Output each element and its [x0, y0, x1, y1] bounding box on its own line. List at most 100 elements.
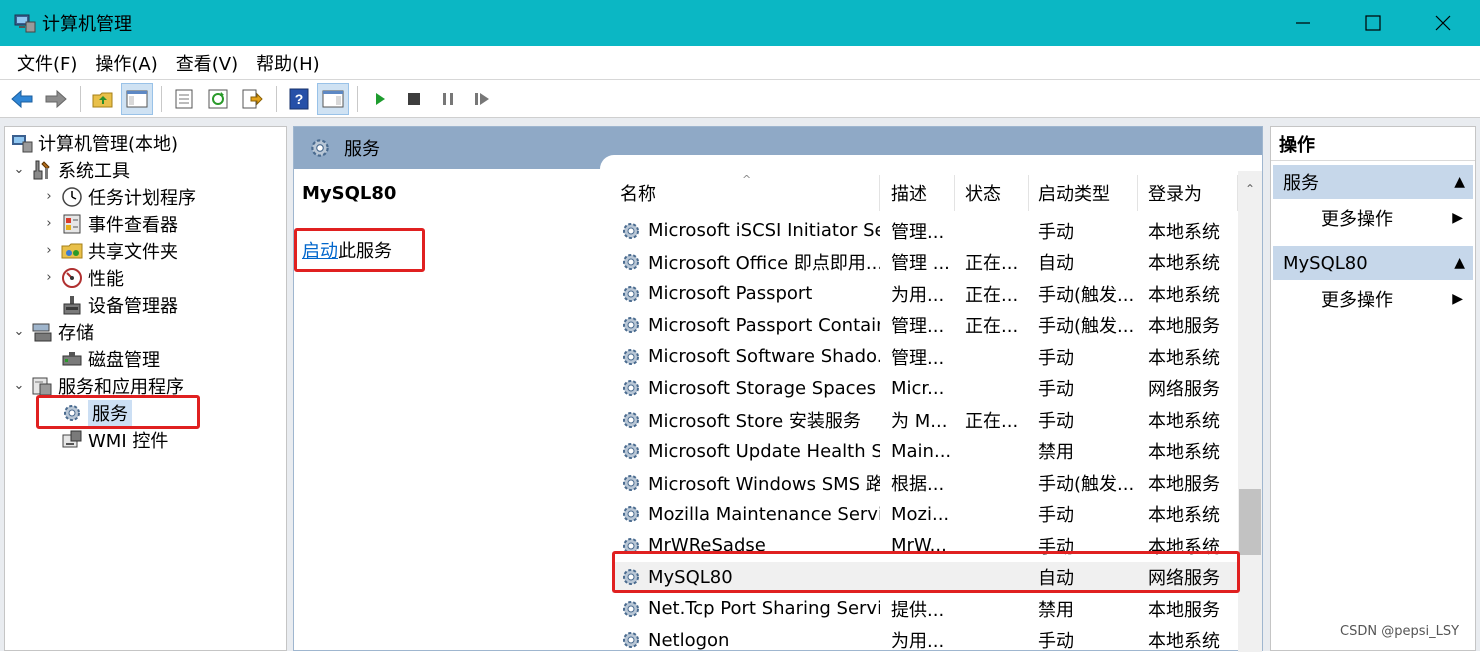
table-row[interactable]: Mozilla Maintenance ServiceMozi...手动本地系统 [612, 499, 1238, 530]
table-row[interactable]: Netlogon为用...手动本地系统 [612, 625, 1238, 652]
back-button[interactable] [6, 83, 38, 115]
tree-root[interactable]: 计算机管理(本地) [7, 129, 178, 156]
actions-section-services[interactable]: 服务 ▲ [1273, 165, 1473, 199]
actions-title: 操作 [1271, 127, 1475, 161]
menu-file[interactable]: 文件(F) [8, 50, 86, 76]
menu-action[interactable]: 操作(A) [86, 50, 166, 76]
column-header-description[interactable]: 描述 [883, 175, 955, 211]
toolbar-separator [161, 86, 162, 112]
scrollbar-thumb[interactable] [1239, 489, 1261, 555]
maximize-button[interactable] [1338, 0, 1408, 46]
service-name: Microsoft Passport Container [612, 310, 880, 341]
start-service-button[interactable] [364, 83, 396, 115]
collapse-triangle-icon[interactable]: ▲ [1454, 174, 1465, 190]
title-bar: 计算机管理 [0, 0, 1480, 46]
table-row[interactable]: Microsoft Storage Spaces S...Micr...手动网络… [612, 373, 1238, 404]
collapse-triangle-icon[interactable]: ▲ [1454, 255, 1465, 271]
table-row[interactable]: Microsoft Passport为用...正在...手动(触发...本地系统 [612, 278, 1238, 309]
minimize-icon [1295, 15, 1311, 31]
actions-section-mysql80[interactable]: MySQL80 ▲ [1273, 246, 1473, 280]
forward-button[interactable] [40, 83, 72, 115]
close-button[interactable] [1408, 0, 1478, 46]
service-description: Mozi... [883, 499, 955, 530]
actions-pane: 操作 服务 ▲ 更多操作 ▶ MySQL80 ▲ 更多操作 ▶ [1270, 126, 1476, 651]
table-row[interactable]: Net.Tcp Port Sharing Service提供...禁用本地服务 [612, 593, 1238, 624]
tree-item-wmi-control[interactable]: WMI 控件 [41, 426, 168, 453]
collapse-chevron-icon[interactable]: ⌄ [11, 378, 27, 393]
tree-item-shared-folders[interactable]: › 共享文件夹 [41, 237, 178, 264]
gear-icon [620, 251, 642, 273]
service-description: Micr... [883, 373, 955, 404]
shared-folder-icon [61, 240, 83, 262]
column-header-name[interactable]: 名称 [612, 175, 880, 211]
table-row[interactable]: Microsoft iSCSI Initiator Ser...管理...手动本… [612, 215, 1238, 246]
stop-service-button[interactable] [398, 83, 430, 115]
service-log-on-as: 本地系统 [1140, 499, 1238, 530]
show-hide-action-pane-button[interactable] [317, 83, 349, 115]
properties-button[interactable] [168, 83, 200, 115]
clock-icon [61, 186, 83, 208]
tree-item-system-tools[interactable]: ⌄ 系统工具 [11, 156, 130, 183]
column-header-log-on-as[interactable]: 登录为 [1140, 175, 1238, 211]
vertical-scrollbar[interactable]: ⌃ [1238, 171, 1262, 652]
service-startup-type: 手动 [1030, 499, 1138, 530]
service-startup-type: 手动 [1030, 625, 1138, 652]
expand-chevron-icon[interactable]: › [41, 270, 57, 285]
submenu-arrow-icon: ▶ [1452, 291, 1463, 307]
resume-icon [473, 91, 491, 107]
forward-icon [44, 89, 68, 109]
tree-item-storage[interactable]: ⌄ 存储 [11, 318, 94, 345]
help-button[interactable]: ? [283, 83, 315, 115]
column-header-status[interactable]: 状态 [957, 175, 1029, 211]
table-row[interactable]: Microsoft Office 即点即用...管理 ...正在...自动本地系… [612, 247, 1238, 278]
service-name: Microsoft Office 即点即用... [612, 247, 880, 278]
more-actions-mysql80[interactable]: 更多操作 ▶ [1273, 282, 1473, 316]
service-status: 正在... [957, 404, 1029, 435]
tree-item-device-manager[interactable]: 设备管理器 [41, 291, 178, 318]
collapse-chevron-icon[interactable]: ⌄ [11, 324, 27, 339]
service-startup-type: 手动 [1030, 215, 1138, 246]
collapse-chevron-icon[interactable]: ⌄ [11, 162, 27, 177]
service-status [957, 215, 1029, 246]
back-icon [10, 89, 34, 109]
menu-view[interactable]: 查看(V) [167, 50, 247, 76]
menu-help[interactable]: 帮助(H) [247, 50, 329, 76]
service-status: 正在... [957, 278, 1029, 309]
service-description: 为用... [883, 625, 955, 652]
gear-icon [620, 440, 642, 462]
tree-item-disk-management[interactable]: 磁盘管理 [41, 345, 160, 372]
gear-icon [620, 377, 642, 399]
pane-title: 服务 [344, 135, 380, 161]
refresh-button[interactable] [202, 83, 234, 115]
service-log-on-as: 本地系统 [1140, 404, 1238, 435]
table-row[interactable]: Microsoft Windows SMS 路...根据...手动(触发...本… [612, 467, 1238, 498]
expand-chevron-icon[interactable]: › [41, 243, 57, 258]
service-log-on-as: 本地系统 [1140, 247, 1238, 278]
column-header-startup-type[interactable]: 启动类型 [1030, 175, 1138, 211]
window-title: 计算机管理 [42, 10, 132, 36]
tree-item-task-scheduler[interactable]: › 任务计划程序 [41, 183, 196, 210]
service-log-on-as: 本地系统 [1140, 215, 1238, 246]
table-row[interactable]: Microsoft Store 安装服务为 M...正在...手动本地系统 [612, 404, 1238, 435]
show-hide-console-tree-button[interactable] [121, 83, 153, 115]
tree-item-performance[interactable]: › 性能 [41, 264, 124, 291]
up-one-level-button[interactable] [87, 83, 119, 115]
minimize-button[interactable] [1268, 0, 1338, 46]
restart-service-button[interactable] [466, 83, 498, 115]
table-row[interactable]: Microsoft Software Shado...管理...手动本地系统 [612, 341, 1238, 372]
table-row[interactable]: Microsoft Update Health S...Main...禁用本地系… [612, 436, 1238, 467]
table-row[interactable]: Microsoft Passport Container管理...正在...手动… [612, 310, 1238, 341]
service-name: Microsoft iSCSI Initiator Ser... [612, 215, 880, 246]
computer-management-icon [14, 13, 36, 33]
expand-chevron-icon[interactable]: › [41, 216, 57, 231]
export-list-button[interactable] [236, 83, 268, 115]
scroll-up-icon[interactable]: ⌃ [1238, 179, 1262, 199]
service-status: 正在... [957, 310, 1029, 341]
svg-text:?: ? [295, 91, 304, 107]
watermark: CSDN @pepsi_LSY [1340, 624, 1459, 639]
pause-service-button[interactable] [432, 83, 464, 115]
gear-icon [308, 136, 332, 160]
more-actions-services[interactable]: 更多操作 ▶ [1273, 201, 1473, 235]
expand-chevron-icon[interactable]: › [41, 189, 57, 204]
tree-item-event-viewer[interactable]: › 事件查看器 [41, 210, 178, 237]
